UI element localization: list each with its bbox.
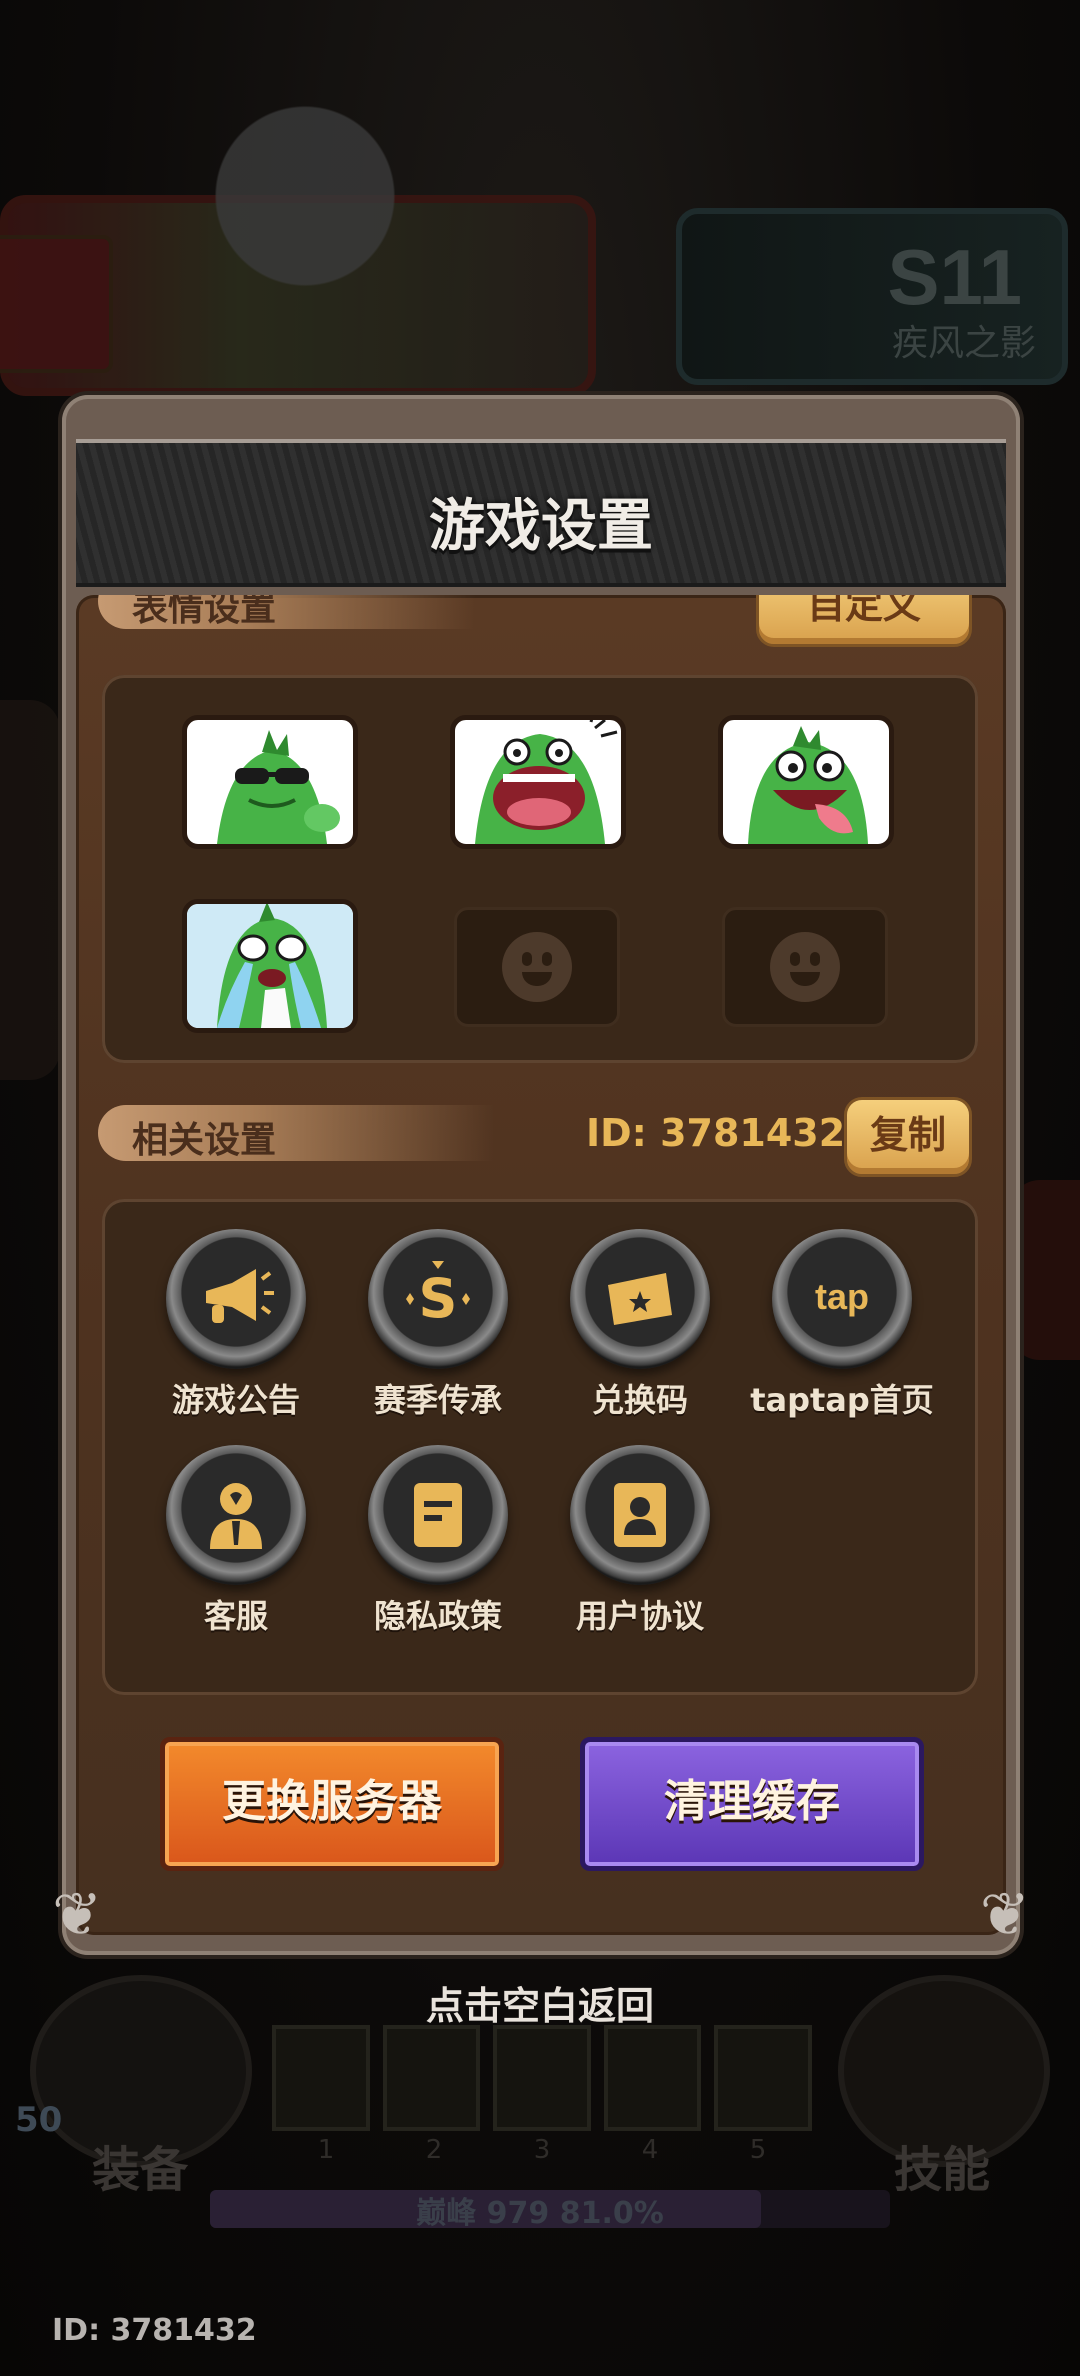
document-icon bbox=[414, 1483, 462, 1547]
customer-service-label: 客服 bbox=[203, 1597, 268, 1635]
clear-cache-button[interactable]: 清理缓存 bbox=[580, 1737, 924, 1871]
slot-number: 5 bbox=[749, 2135, 767, 2165]
emoji-slot-tongue[interactable] bbox=[718, 715, 894, 849]
related-section-header: 相关设置 bbox=[98, 1105, 538, 1161]
season-badge: S11 疾风之影 bbox=[676, 208, 1068, 385]
tap-icon: tap bbox=[815, 1276, 869, 1317]
sunglasses-frog-icon bbox=[217, 730, 340, 844]
shouting-frog-icon bbox=[475, 720, 618, 844]
footer-player-id: ID: 3781432 bbox=[52, 2313, 257, 2348]
taptap-home-button[interactable]: tap taptap首页 bbox=[742, 1229, 942, 1421]
megaphone-icon bbox=[206, 1269, 274, 1323]
side-panel-right bbox=[1010, 1180, 1080, 1360]
skill-slots bbox=[272, 2025, 812, 2131]
skill-slot bbox=[493, 2025, 591, 2131]
customize-emoji-button[interactable]: 自定义 bbox=[756, 595, 972, 647]
corner-ornament-left: ❦ bbox=[52, 1880, 103, 1950]
side-panel-left bbox=[0, 700, 60, 1080]
redeem-code-button[interactable]: 兑换码 bbox=[540, 1229, 740, 1421]
emoji-panel bbox=[102, 675, 978, 1063]
skill-slot-numbers: 1 2 3 4 5 bbox=[272, 2135, 812, 2165]
smiley-placeholder-icon bbox=[770, 932, 840, 1002]
emoji-section-label: 表情设置 bbox=[132, 595, 277, 629]
skill-slot bbox=[272, 2025, 370, 2131]
slot-number: 3 bbox=[533, 2135, 551, 2165]
customer-service-icon bbox=[210, 1483, 262, 1549]
season-number: S11 bbox=[887, 233, 1022, 321]
customer-service-button[interactable]: 客服 bbox=[136, 1445, 336, 1637]
taptap-home-label: taptap首页 bbox=[750, 1381, 934, 1419]
crying-frog-icon bbox=[187, 904, 353, 1028]
skill-slot bbox=[382, 2025, 481, 2131]
dialog-title-bar: 游戏设置 bbox=[76, 439, 1006, 587]
slot-number: 4 bbox=[641, 2135, 659, 2165]
peak-progress-text: 巅峰 979 81.0% bbox=[416, 2196, 664, 2231]
season-name: 疾风之影 bbox=[891, 323, 1036, 364]
emoji-slot-crying[interactable] bbox=[182, 899, 358, 1033]
emoji-slot-empty[interactable] bbox=[722, 907, 888, 1027]
knight-character bbox=[205, 105, 405, 365]
smiley-placeholder-icon bbox=[502, 932, 572, 1002]
emoji-slot-empty[interactable] bbox=[454, 907, 620, 1027]
emoji-section-header: 表情设置 bbox=[98, 595, 518, 629]
ticket-icon bbox=[608, 1273, 672, 1325]
privacy-policy-label: 隐私政策 bbox=[373, 1597, 502, 1635]
skill-slot bbox=[603, 2025, 702, 2131]
emoji-slot-sunglasses[interactable] bbox=[182, 715, 358, 849]
slot-number: 2 bbox=[425, 2135, 443, 2165]
dialog-body: 表情设置 自定义 相关设置 ID: 3781432 复制 游戏公告 S 赛季传承… bbox=[76, 595, 1006, 1935]
season-inherit-button[interactable]: S 赛季传承 bbox=[338, 1229, 538, 1421]
player-level: 50 bbox=[15, 2100, 63, 2140]
user-agreement-label: 用户协议 bbox=[575, 1597, 704, 1635]
related-section-label: 相关设置 bbox=[132, 1120, 277, 1161]
dialog-title: 游戏设置 bbox=[429, 494, 653, 559]
slot-number: 1 bbox=[317, 2135, 335, 2165]
settings-dialog: 游戏设置 表情设置 自定义 相关设置 ID: 3781432 复制 游戏公告 S… bbox=[52, 395, 1030, 1955]
season-inherit-label: 赛季传承 bbox=[373, 1381, 502, 1419]
season-s-icon: S bbox=[406, 1261, 470, 1330]
player-id: ID: 3781432 bbox=[586, 1111, 846, 1155]
skill-slot bbox=[714, 2025, 812, 2131]
gift-icon bbox=[0, 235, 113, 373]
switch-server-button[interactable]: 更换服务器 bbox=[160, 1737, 504, 1871]
copy-id-button[interactable]: 复制 bbox=[844, 1097, 972, 1177]
tongue-frog-icon bbox=[748, 726, 868, 844]
svg-text:tap: tap bbox=[815, 1276, 869, 1317]
announcement-label: 游戏公告 bbox=[171, 1381, 300, 1419]
redeem-code-label: 兑换码 bbox=[591, 1381, 688, 1419]
emoji-slot-shouting[interactable] bbox=[450, 715, 626, 849]
user-card-icon bbox=[614, 1483, 666, 1547]
svg-text:S: S bbox=[419, 1267, 458, 1330]
announcement-button[interactable]: 游戏公告 bbox=[136, 1229, 336, 1421]
related-settings-panel: 游戏公告 S 赛季传承 兑换码 tap taptap首页 客服 隐私政策 用户协… bbox=[102, 1199, 978, 1695]
privacy-policy-button[interactable]: 隐私政策 bbox=[338, 1445, 538, 1637]
user-agreement-button[interactable]: 用户协议 bbox=[540, 1445, 740, 1637]
corner-ornament-right: ❦ bbox=[979, 1880, 1030, 1950]
